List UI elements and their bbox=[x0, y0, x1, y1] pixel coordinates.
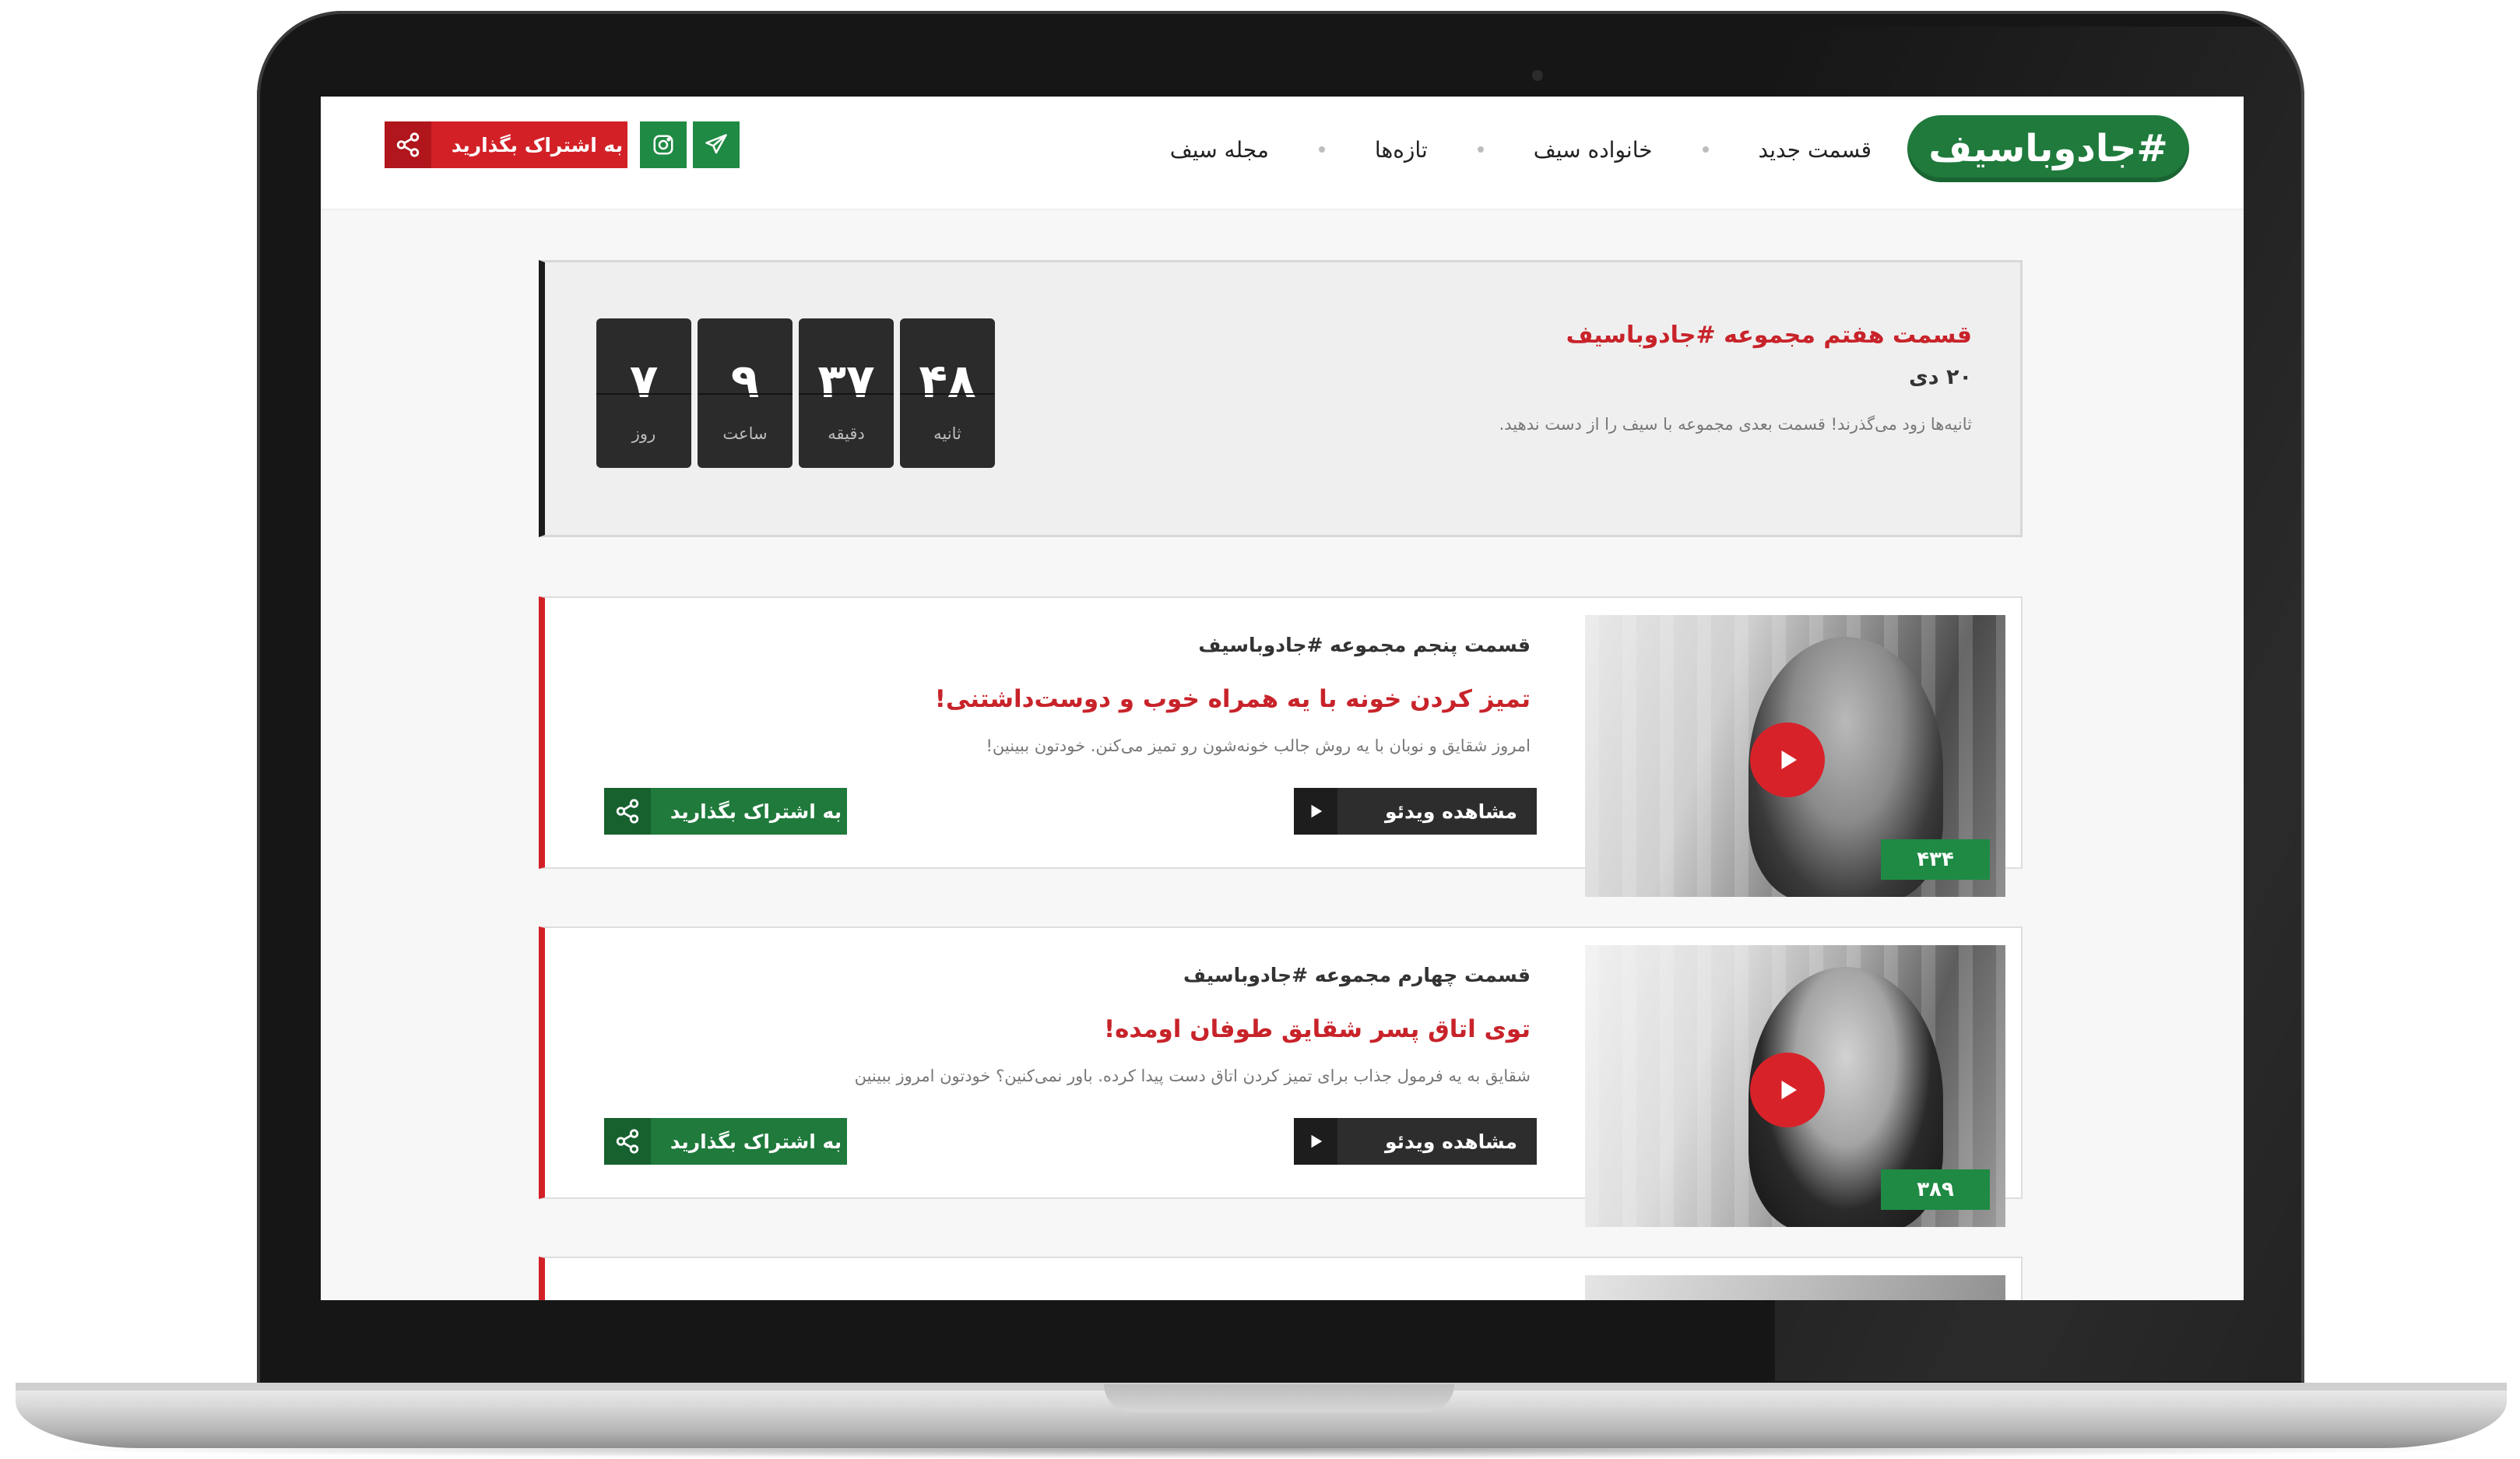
countdown-seconds-label: ثانیه bbox=[933, 424, 961, 443]
play-icon[interactable] bbox=[1750, 1053, 1825, 1127]
episode-title[interactable]: تمیز کردن خونه با یه همراه خوب و دوست‌دا… bbox=[935, 685, 1531, 713]
view-count-badge: ۴۳۴ bbox=[1881, 839, 1990, 880]
nav-item-new-episode[interactable]: قسمت جدید bbox=[1757, 137, 1873, 163]
laptop-notch bbox=[1104, 1384, 1454, 1412]
watch-video-label: مشاهده ویدئو bbox=[1385, 1130, 1517, 1153]
share-icon bbox=[604, 1118, 651, 1165]
episode-label: قسمت پنجم مجموعه #جادوباسیف bbox=[1198, 634, 1531, 656]
countdown-days-label: روز bbox=[631, 424, 656, 443]
episode-share-button[interactable]: به اشتراک بگذارید bbox=[604, 1118, 847, 1165]
episode-share-button[interactable]: به اشتراک بگذارید bbox=[604, 788, 847, 835]
camera-dot bbox=[1532, 70, 1543, 81]
share-icon bbox=[385, 121, 431, 168]
countdown-seconds: ۴۸ ثانیه bbox=[900, 318, 995, 468]
telegram-icon bbox=[705, 134, 727, 154]
episode-card: ۴۳۴ قسمت پنجم مجموعه #جادوباسیف تمیز کرد… bbox=[539, 596, 2023, 897]
episode-thumbnail[interactable]: ۴۳۴ bbox=[1585, 615, 2005, 897]
countdown-minutes-value: ۳۷ bbox=[817, 354, 875, 409]
play-icon bbox=[1294, 788, 1337, 835]
countdown-text: ثانیه‌ها زود می‌گذرند! قسمت بعدی مجموعه … bbox=[1499, 415, 1972, 434]
countdown-date: ۲۰ دی bbox=[1909, 365, 1972, 389]
countdown-days-value: ۷ bbox=[629, 354, 659, 409]
site-header: #جادوباسیف قسمت جدید خانواده سیف تازه‌ها… bbox=[321, 97, 2244, 210]
episode-share-label: به اشتراک بگذارید bbox=[670, 800, 842, 823]
main-nav: قسمت جدید خانواده سیف تازه‌ها مجله سیف bbox=[1169, 128, 1873, 171]
nav-item-magazine[interactable]: مجله سیف bbox=[1169, 137, 1271, 163]
episode-title[interactable]: توی اتاق پسر شقایق طوفان اومده! bbox=[1104, 1015, 1531, 1043]
watch-video-button[interactable]: مشاهده ویدئو bbox=[1294, 1118, 1537, 1165]
countdown-hours-value: ۹ bbox=[730, 354, 760, 409]
watch-video-label: مشاهده ویدئو bbox=[1385, 800, 1517, 823]
instagram-button[interactable] bbox=[640, 121, 687, 168]
instagram-icon bbox=[653, 135, 673, 155]
header-share-button[interactable]: به اشتراک بگذارید bbox=[385, 121, 627, 168]
countdown-days: ۷ روز bbox=[596, 318, 691, 468]
nav-item-saif-family[interactable]: خانواده سیف bbox=[1532, 137, 1654, 163]
countdown-minutes: ۳۷ دقیقه bbox=[799, 318, 894, 468]
countdown-hours: ۹ ساعت bbox=[698, 318, 793, 468]
episode-thumbnail[interactable]: ۳۸۹ bbox=[1585, 945, 2005, 1227]
play-icon bbox=[1294, 1118, 1337, 1165]
episode-share-label: به اشتراک بگذارید bbox=[670, 1130, 842, 1153]
watch-video-button[interactable]: مشاهده ویدئو bbox=[1294, 788, 1537, 835]
telegram-button[interactable] bbox=[693, 121, 740, 168]
share-icon bbox=[604, 788, 651, 835]
nav-item-news[interactable]: تازه‌ها bbox=[1373, 137, 1429, 163]
countdown-hours-label: ساعت bbox=[722, 424, 768, 443]
play-icon[interactable] bbox=[1750, 722, 1825, 797]
episode-card-partial bbox=[539, 1257, 2023, 1300]
nav-separator bbox=[1477, 146, 1484, 153]
laptop-screen: #جادوباسیف قسمت جدید خانواده سیف تازه‌ها… bbox=[321, 97, 2244, 1300]
countdown-card: قسمت هفتم مجموعه #جادوباسیف ۲۰ دی ثانیه‌… bbox=[539, 260, 2023, 537]
episode-card: ۳۸۹ قسمت چهارم مجموعه #جادوباسیف توی اتا… bbox=[539, 926, 2023, 1227]
header-share-label: به اشتراک بگذارید bbox=[451, 133, 624, 156]
countdown-timer: ۷ روز ۹ ساعت ۳۷ دقیقه ۴۸ ثانیه bbox=[596, 318, 995, 468]
countdown-seconds-value: ۴۸ bbox=[919, 354, 976, 409]
nav-separator bbox=[1318, 146, 1325, 153]
episode-label: قسمت چهارم مجموعه #جادوباسیف bbox=[1183, 964, 1531, 986]
view-count-badge: ۳۸۹ bbox=[1881, 1169, 1990, 1210]
countdown-title: قسمت هفتم مجموعه #جادوباسیف bbox=[1566, 322, 1972, 349]
site-logo[interactable]: #جادوباسیف bbox=[1907, 115, 2189, 182]
episode-description: شقایق به یه فرمول جذاب برای تمیز کردن ات… bbox=[854, 1067, 1531, 1085]
episode-description: امروز شقایق و نوبان با یه روش جالب خونه‌… bbox=[986, 737, 1531, 755]
episode-thumbnail[interactable] bbox=[1585, 1275, 2005, 1300]
countdown-minutes-label: دقیقه bbox=[828, 424, 865, 443]
nav-separator bbox=[1702, 146, 1709, 153]
